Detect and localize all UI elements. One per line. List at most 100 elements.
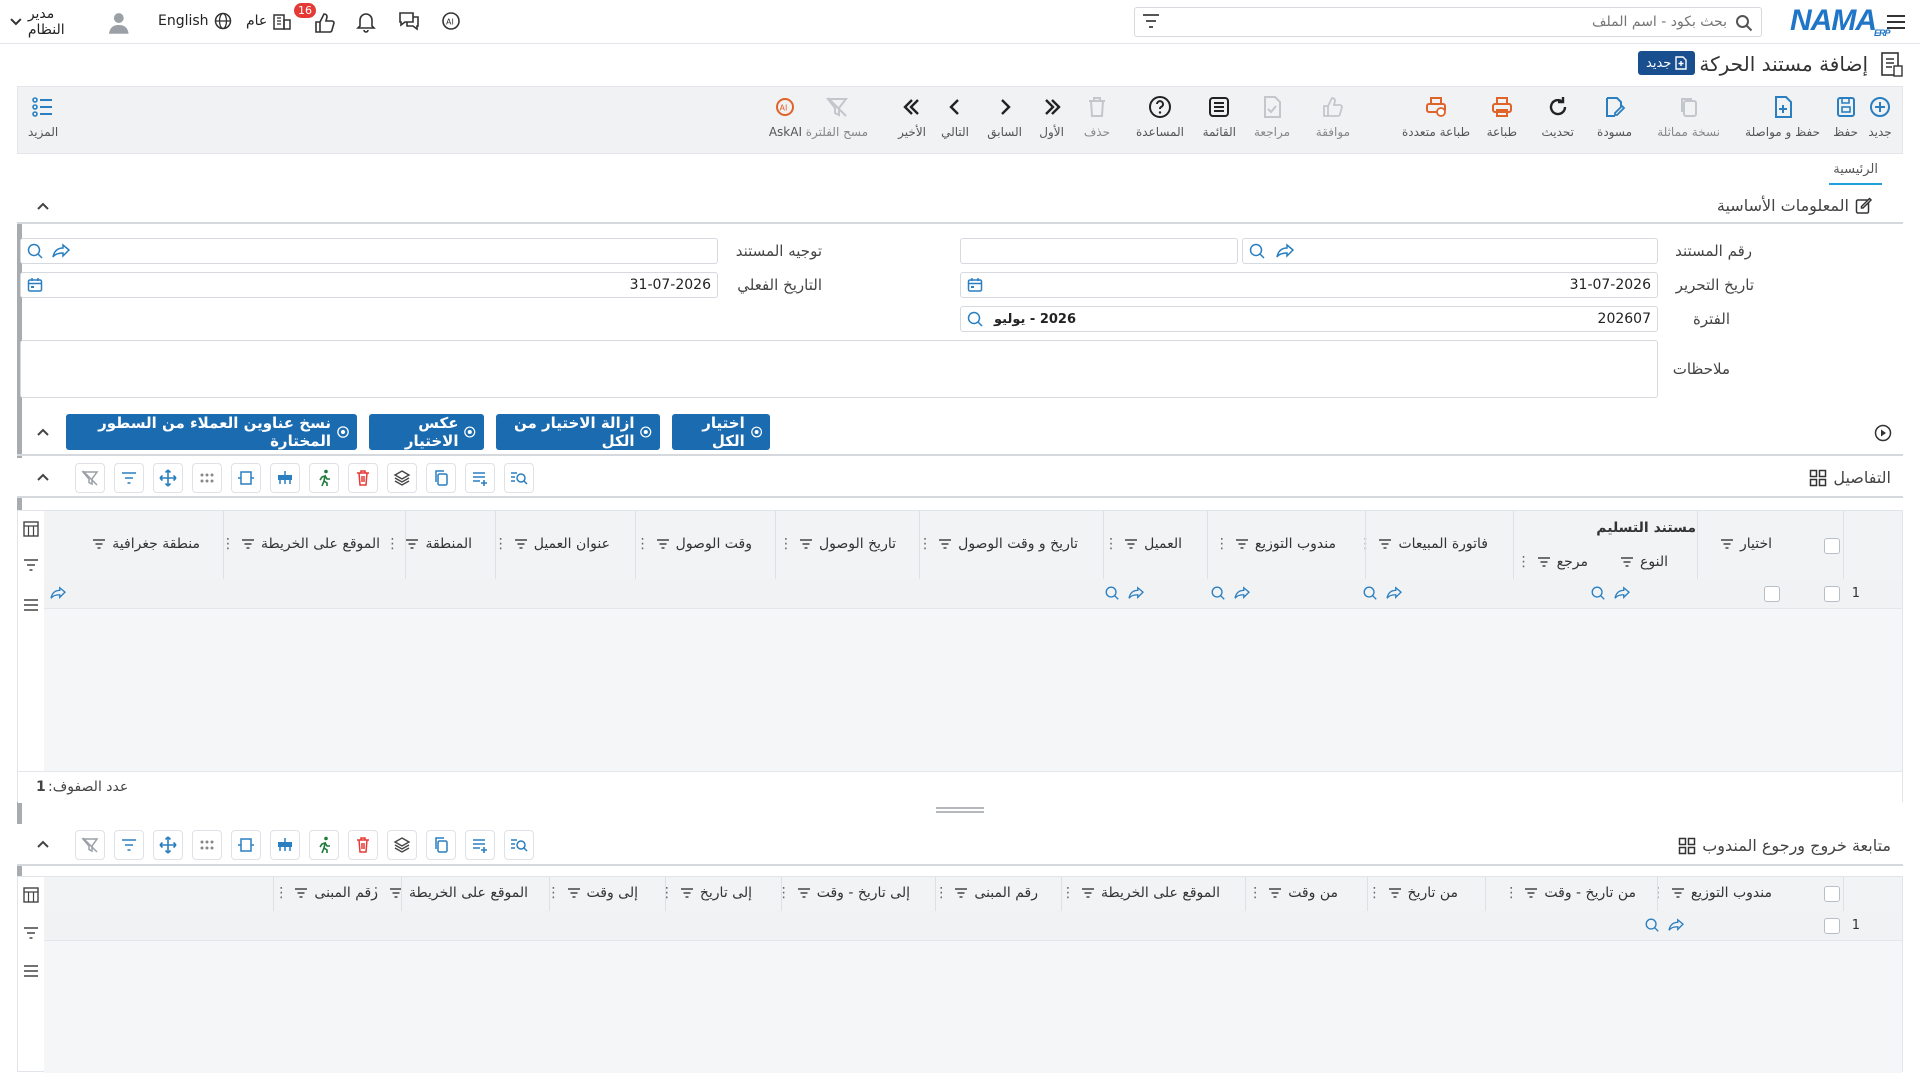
more-button[interactable]: المزيد: [28, 95, 58, 139]
col-sales-invoice[interactable]: فاتورة المبيعات⋮: [1358, 536, 1488, 552]
approvals-button[interactable]: 16: [294, 3, 338, 34]
clear-filter-tool[interactable]: [75, 463, 105, 493]
fit-columns-tool[interactable]: [231, 830, 261, 860]
search-grid-tool[interactable]: [504, 830, 534, 860]
unselect-all-button[interactable]: ازالة الاختيار من الكل: [496, 414, 660, 450]
col-arrival-date[interactable]: تاريخ الوصول ⋮: [779, 536, 896, 552]
col-customer[interactable]: العميل ⋮: [1104, 536, 1182, 552]
filter-icon[interactable]: [1142, 13, 1160, 33]
col-to-date[interactable]: إلى تاريخ ⋮: [660, 885, 752, 901]
col-region[interactable]: المنطقة ⋮: [385, 536, 472, 552]
col-customer-address[interactable]: عنوان العميل ⋮: [494, 536, 610, 552]
list-button[interactable]: القائمة: [1203, 95, 1236, 139]
col-ref[interactable]: مرجع ⋮: [1517, 554, 1588, 570]
new-button[interactable]: جديد: [1868, 95, 1892, 139]
doc-direction-input[interactable]: [20, 238, 718, 264]
add-lines-tool[interactable]: [465, 830, 495, 860]
header-checkbox[interactable]: [1824, 538, 1840, 554]
search-lookup-icon[interactable]: [1590, 585, 1606, 601]
next-button[interactable]: التالي: [941, 95, 969, 139]
col-to-time[interactable]: إلى وقت ⋮: [547, 885, 638, 901]
clear-filter-tool[interactable]: [75, 830, 105, 860]
resize-handle[interactable]: [936, 807, 984, 813]
search-lookup-icon[interactable]: [1210, 585, 1226, 601]
delete-row-tool[interactable]: [348, 463, 378, 493]
col-dist-rep[interactable]: مندوب التوزيع⋮: [1651, 885, 1772, 901]
ai-assistant-icon[interactable]: AI: [440, 10, 462, 36]
row-checkbox[interactable]: [1824, 918, 1840, 934]
delete-row-tool[interactable]: [348, 830, 378, 860]
search-icon[interactable]: [1735, 14, 1753, 36]
col-arrival-datetime[interactable]: تاريخ و وقت الوصول ⋮: [918, 536, 1078, 552]
select-all-button[interactable]: اختيار الكل: [672, 414, 770, 450]
chat-icon[interactable]: [398, 11, 420, 35]
collapse-icon[interactable]: [35, 425, 51, 441]
help-button[interactable]: المساعدة: [1136, 95, 1184, 139]
share-icon[interactable]: [1234, 586, 1250, 600]
layers-tool[interactable]: [387, 463, 417, 493]
actual-date-input[interactable]: 31-07-2026: [20, 272, 718, 298]
save-continue-button[interactable]: حفظ و مواصلة: [1745, 95, 1820, 139]
clear-filter-button[interactable]: مسح الفلترة: [806, 95, 868, 139]
col-map-location-2[interactable]: الموقع على الخريطة ⋮: [369, 885, 528, 901]
approve-button[interactable]: موافقة: [1316, 95, 1350, 139]
col-map-location[interactable]: الموقع على الخريطة ⋮: [221, 536, 380, 552]
review-button[interactable]: مراجعة: [1254, 95, 1290, 139]
col-map-location[interactable]: الموقع على الخريطة ⋮: [1061, 885, 1220, 901]
run-tool[interactable]: [309, 463, 339, 493]
doc-number-secondary-input[interactable]: [960, 238, 1238, 264]
move-tool[interactable]: [153, 830, 183, 860]
multi-print-button[interactable]: طباعة متعددة: [1402, 95, 1470, 139]
col-from-date[interactable]: من تاريخ ⋮: [1368, 885, 1458, 901]
language-switch[interactable]: English: [158, 12, 232, 30]
table-settings-icon[interactable]: [23, 887, 39, 903]
share-icon[interactable]: [1128, 586, 1144, 600]
share-icon[interactable]: [1276, 243, 1294, 259]
row-checkbox[interactable]: [1824, 586, 1840, 602]
filter-icon[interactable]: [23, 925, 39, 941]
copy-addresses-button[interactable]: نسخ عناوين العملاء من السطور المختارة: [66, 414, 357, 450]
copy-row-tool[interactable]: [426, 830, 456, 860]
bell-icon[interactable]: [356, 11, 376, 37]
share-icon[interactable]: [1614, 586, 1630, 600]
dots-tool[interactable]: [192, 463, 222, 493]
search-lookup-icon[interactable]: [966, 310, 984, 328]
share-icon[interactable]: [1386, 586, 1402, 600]
insert-row-tool[interactable]: [270, 463, 300, 493]
run-tool[interactable]: [309, 830, 339, 860]
dots-tool[interactable]: [192, 830, 222, 860]
col-select[interactable]: اختيار: [1720, 536, 1772, 552]
collapse-icon[interactable]: [35, 470, 51, 486]
notes-textarea[interactable]: [20, 340, 1658, 398]
filter-icon[interactable]: [23, 557, 39, 573]
collapse-icon[interactable]: [35, 199, 51, 215]
calendar-icon[interactable]: [27, 277, 43, 293]
search-lookup-icon[interactable]: [1362, 585, 1378, 601]
delete-button[interactable]: حذف: [1084, 95, 1110, 139]
company-switch[interactable]: عام: [246, 12, 292, 30]
menu-lines-icon[interactable]: [23, 597, 39, 613]
row-select-checkbox[interactable]: [1764, 586, 1780, 602]
search-lookup-icon[interactable]: [26, 242, 44, 260]
filter-tool[interactable]: [114, 830, 144, 860]
fit-columns-tool[interactable]: [231, 463, 261, 493]
copy-row-tool[interactable]: [426, 463, 456, 493]
askai-button[interactable]: AI AskAI: [769, 95, 802, 139]
col-from-time[interactable]: من وقت ⋮: [1248, 885, 1338, 901]
col-dist-rep[interactable]: مندوب التوزيع⋮: [1215, 536, 1336, 552]
last-button[interactable]: الأخير: [898, 95, 926, 139]
search-input[interactable]: [1207, 14, 1727, 30]
save-button[interactable]: حفظ: [1833, 95, 1858, 139]
add-lines-tool[interactable]: [465, 463, 495, 493]
collapse-icon[interactable]: [35, 837, 51, 853]
search-lookup-icon[interactable]: [1248, 242, 1266, 260]
user-menu[interactable]: مدير النظام: [10, 6, 132, 38]
first-button[interactable]: الأول: [1039, 95, 1064, 139]
layers-tool[interactable]: [387, 830, 417, 860]
tab-main[interactable]: الرئيسية: [1829, 160, 1882, 185]
calendar-icon[interactable]: [967, 277, 983, 293]
filter-tool[interactable]: [114, 463, 144, 493]
table-row[interactable]: 1: [44, 911, 1902, 941]
search-grid-tool[interactable]: [504, 463, 534, 493]
basic-info-header[interactable]: المعلومات الأساسية: [17, 190, 1903, 224]
